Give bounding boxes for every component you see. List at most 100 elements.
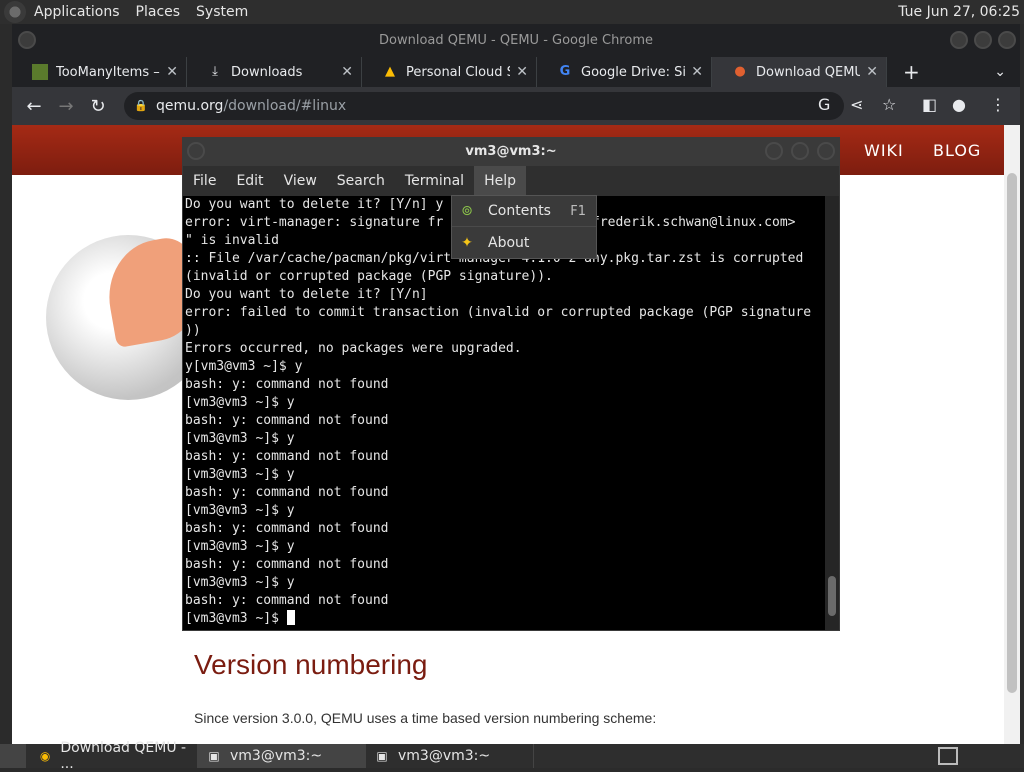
text-cursor [286,610,295,625]
minimize-button[interactable] [765,142,783,160]
page-scrollbar[interactable] [1004,125,1020,744]
menu-help[interactable]: Help [474,166,526,196]
terminal-line: bash: y: command not found [185,521,389,536]
maximize-button[interactable] [974,31,992,49]
tab-label: Download QEMU - [756,64,861,80]
google-icon: G [559,64,571,79]
terminal-line: bash: y: command not found [185,449,389,464]
share-icon[interactable]: ⋖ [850,95,863,114]
qemu-icon: ● [734,64,746,79]
tab-label: Personal Cloud Sto [406,64,510,80]
window-title: Download QEMU - QEMU - Google Chrome [12,24,1020,57]
terminal-scrollbar[interactable] [825,196,839,630]
taskbar: ◉ Download QEMU - ... ▣ vm3@vm3:~ ▣ vm3@… [0,740,1024,772]
forward-arrow-icon[interactable]: → [50,96,82,117]
terminal-line: error: failed to commit transaction (inv… [185,305,812,320]
applications-menu[interactable]: Applications [26,0,128,24]
side-panel-icon[interactable]: ◧ [922,95,937,114]
browser-toolbar: ← → ↻ 🔒 qemu.org/download/#linux G ⋖ ☆ ◧… [12,87,1020,125]
close-icon[interactable]: ✕ [866,64,878,80]
tab-personal-cloud[interactable]: ▲ Personal Cloud Sto ✕ [362,57,537,87]
terminal-output[interactable]: Do you want to delete it? [Y/n] y error: … [185,196,825,630]
download-icon: ⤓ [212,64,218,79]
kebab-menu-icon[interactable]: ⋮ [990,95,1006,114]
menu-search[interactable]: Search [327,166,395,196]
task-label: vm3@vm3:~ [398,748,491,764]
close-icon[interactable]: ✕ [691,64,703,80]
close-window-button[interactable] [817,142,835,160]
terminal-line: bash: y: command not found [185,413,389,428]
terminal-icon: ▣ [208,749,220,763]
maximize-button[interactable] [791,142,809,160]
terminal-line: [vm3@vm3 ~]$ y [185,539,295,554]
menu-view[interactable]: View [274,166,327,196]
workspace-switcher[interactable] [938,747,958,765]
terminal-line: y[vm3@vm3 ~]$ y [185,359,303,374]
menu-edit[interactable]: Edit [226,166,273,196]
tab-toomanyitems[interactable]: TooManyItems – M ✕ [12,57,187,87]
gnome-foot-icon[interactable] [4,1,26,23]
top-panel: Applications Places System Tue Jun 27, 0… [0,0,1024,24]
minecraft-icon [32,64,48,80]
google-lens-icon[interactable]: G [818,95,830,114]
task-label: Download QEMU - ... [60,740,187,772]
tab-downloads[interactable]: ⤓ Downloads ✕ [187,57,362,87]
reload-icon[interactable]: ↻ [82,96,114,117]
menu-accelerator: F1 [570,203,586,219]
minimize-button[interactable] [950,31,968,49]
terminal-icon: ▣ [376,749,388,763]
system-menu[interactable]: System [188,0,256,24]
window-title-text: Download QEMU - QEMU - Google Chrome [379,33,653,48]
terminal-line: bash: y: command not found [185,377,389,392]
terminal-line: bash: y: command not found [185,557,389,572]
menu-terminal[interactable]: Terminal [395,166,474,196]
address-bar[interactable]: 🔒 qemu.org/download/#linux [124,92,844,120]
menu-item-label: About [488,234,530,251]
tab-strip: TooManyItems – M ✕ ⤓ Downloads ✕ ▲ Perso… [12,57,1020,87]
back-arrow-icon[interactable]: ← [18,96,50,117]
close-icon[interactable]: ✕ [341,64,353,80]
help-contents-icon: ⊚ [461,203,473,219]
version-paragraph: Since version 3.0.0, QEMU uses a time ba… [194,710,657,726]
help-dropdown: ⊚ Contents F1 ✦ About [451,195,597,259]
terminal-line: Errors occurred, no packages were upgrad… [185,341,522,356]
terminal-line: [vm3@vm3 ~]$ y [185,431,295,446]
window-menu-button[interactable] [18,31,36,49]
menu-item-contents[interactable]: ⊚ Contents F1 [452,196,596,227]
close-icon[interactable]: ✕ [516,64,528,80]
terminal-title: vm3@vm3:~ [465,144,557,159]
terminal-line: bash: y: command not found [185,485,389,500]
terminal-prompt[interactable]: [vm3@vm3 ~]$ [185,610,825,628]
chrome-icon: ◉ [39,749,51,763]
clock[interactable]: Tue Jun 27, 06:25 [898,0,1020,24]
tab-label: Downloads [231,64,303,80]
bookmark-star-icon[interactable]: ☆ [882,95,896,114]
task-terminal-2[interactable]: ▣ vm3@vm3:~ [366,744,534,768]
lock-icon[interactable]: 🔒 [134,92,148,120]
menu-file[interactable]: File [183,166,226,196]
terminal-line: [vm3@vm3 ~]$ y [185,467,295,482]
terminal-line: )) [185,323,201,338]
close-window-button[interactable] [998,31,1016,49]
terminal-line: Do you want to delete it? [Y/n] [185,287,428,302]
window-menu-button[interactable] [187,142,205,160]
task-terminal-1[interactable]: ▣ vm3@vm3:~ [198,744,366,768]
menu-item-label: Contents [488,203,551,219]
new-tab-button[interactable]: + [903,57,920,87]
show-desktop-button[interactable] [0,744,26,768]
terminal-line: [vm3@vm3 ~]$ y [185,503,295,518]
menu-item-about[interactable]: ✦ About [452,227,596,258]
nav-wiki[interactable]: WIKI [864,141,904,160]
profile-avatar-icon[interactable]: ● [952,95,966,114]
nav-blog[interactable]: BLOG [933,141,981,160]
task-chrome[interactable]: ◉ Download QEMU - ... [30,740,198,772]
tab-download-qemu[interactable]: ● Download QEMU - ✕ [712,57,887,87]
chevron-down-icon[interactable]: ⌄ [994,57,1006,87]
places-menu[interactable]: Places [128,0,189,24]
task-label: vm3@vm3:~ [230,748,323,764]
url-path: /download/#linux [223,98,347,114]
tab-google-drive[interactable]: G Google Drive: Sign- ✕ [537,57,712,87]
close-icon[interactable]: ✕ [166,64,178,80]
terminal-line: [vm3@vm3 ~]$ y [185,395,295,410]
terminal-line: [vm3@vm3 ~]$ y [185,575,295,590]
